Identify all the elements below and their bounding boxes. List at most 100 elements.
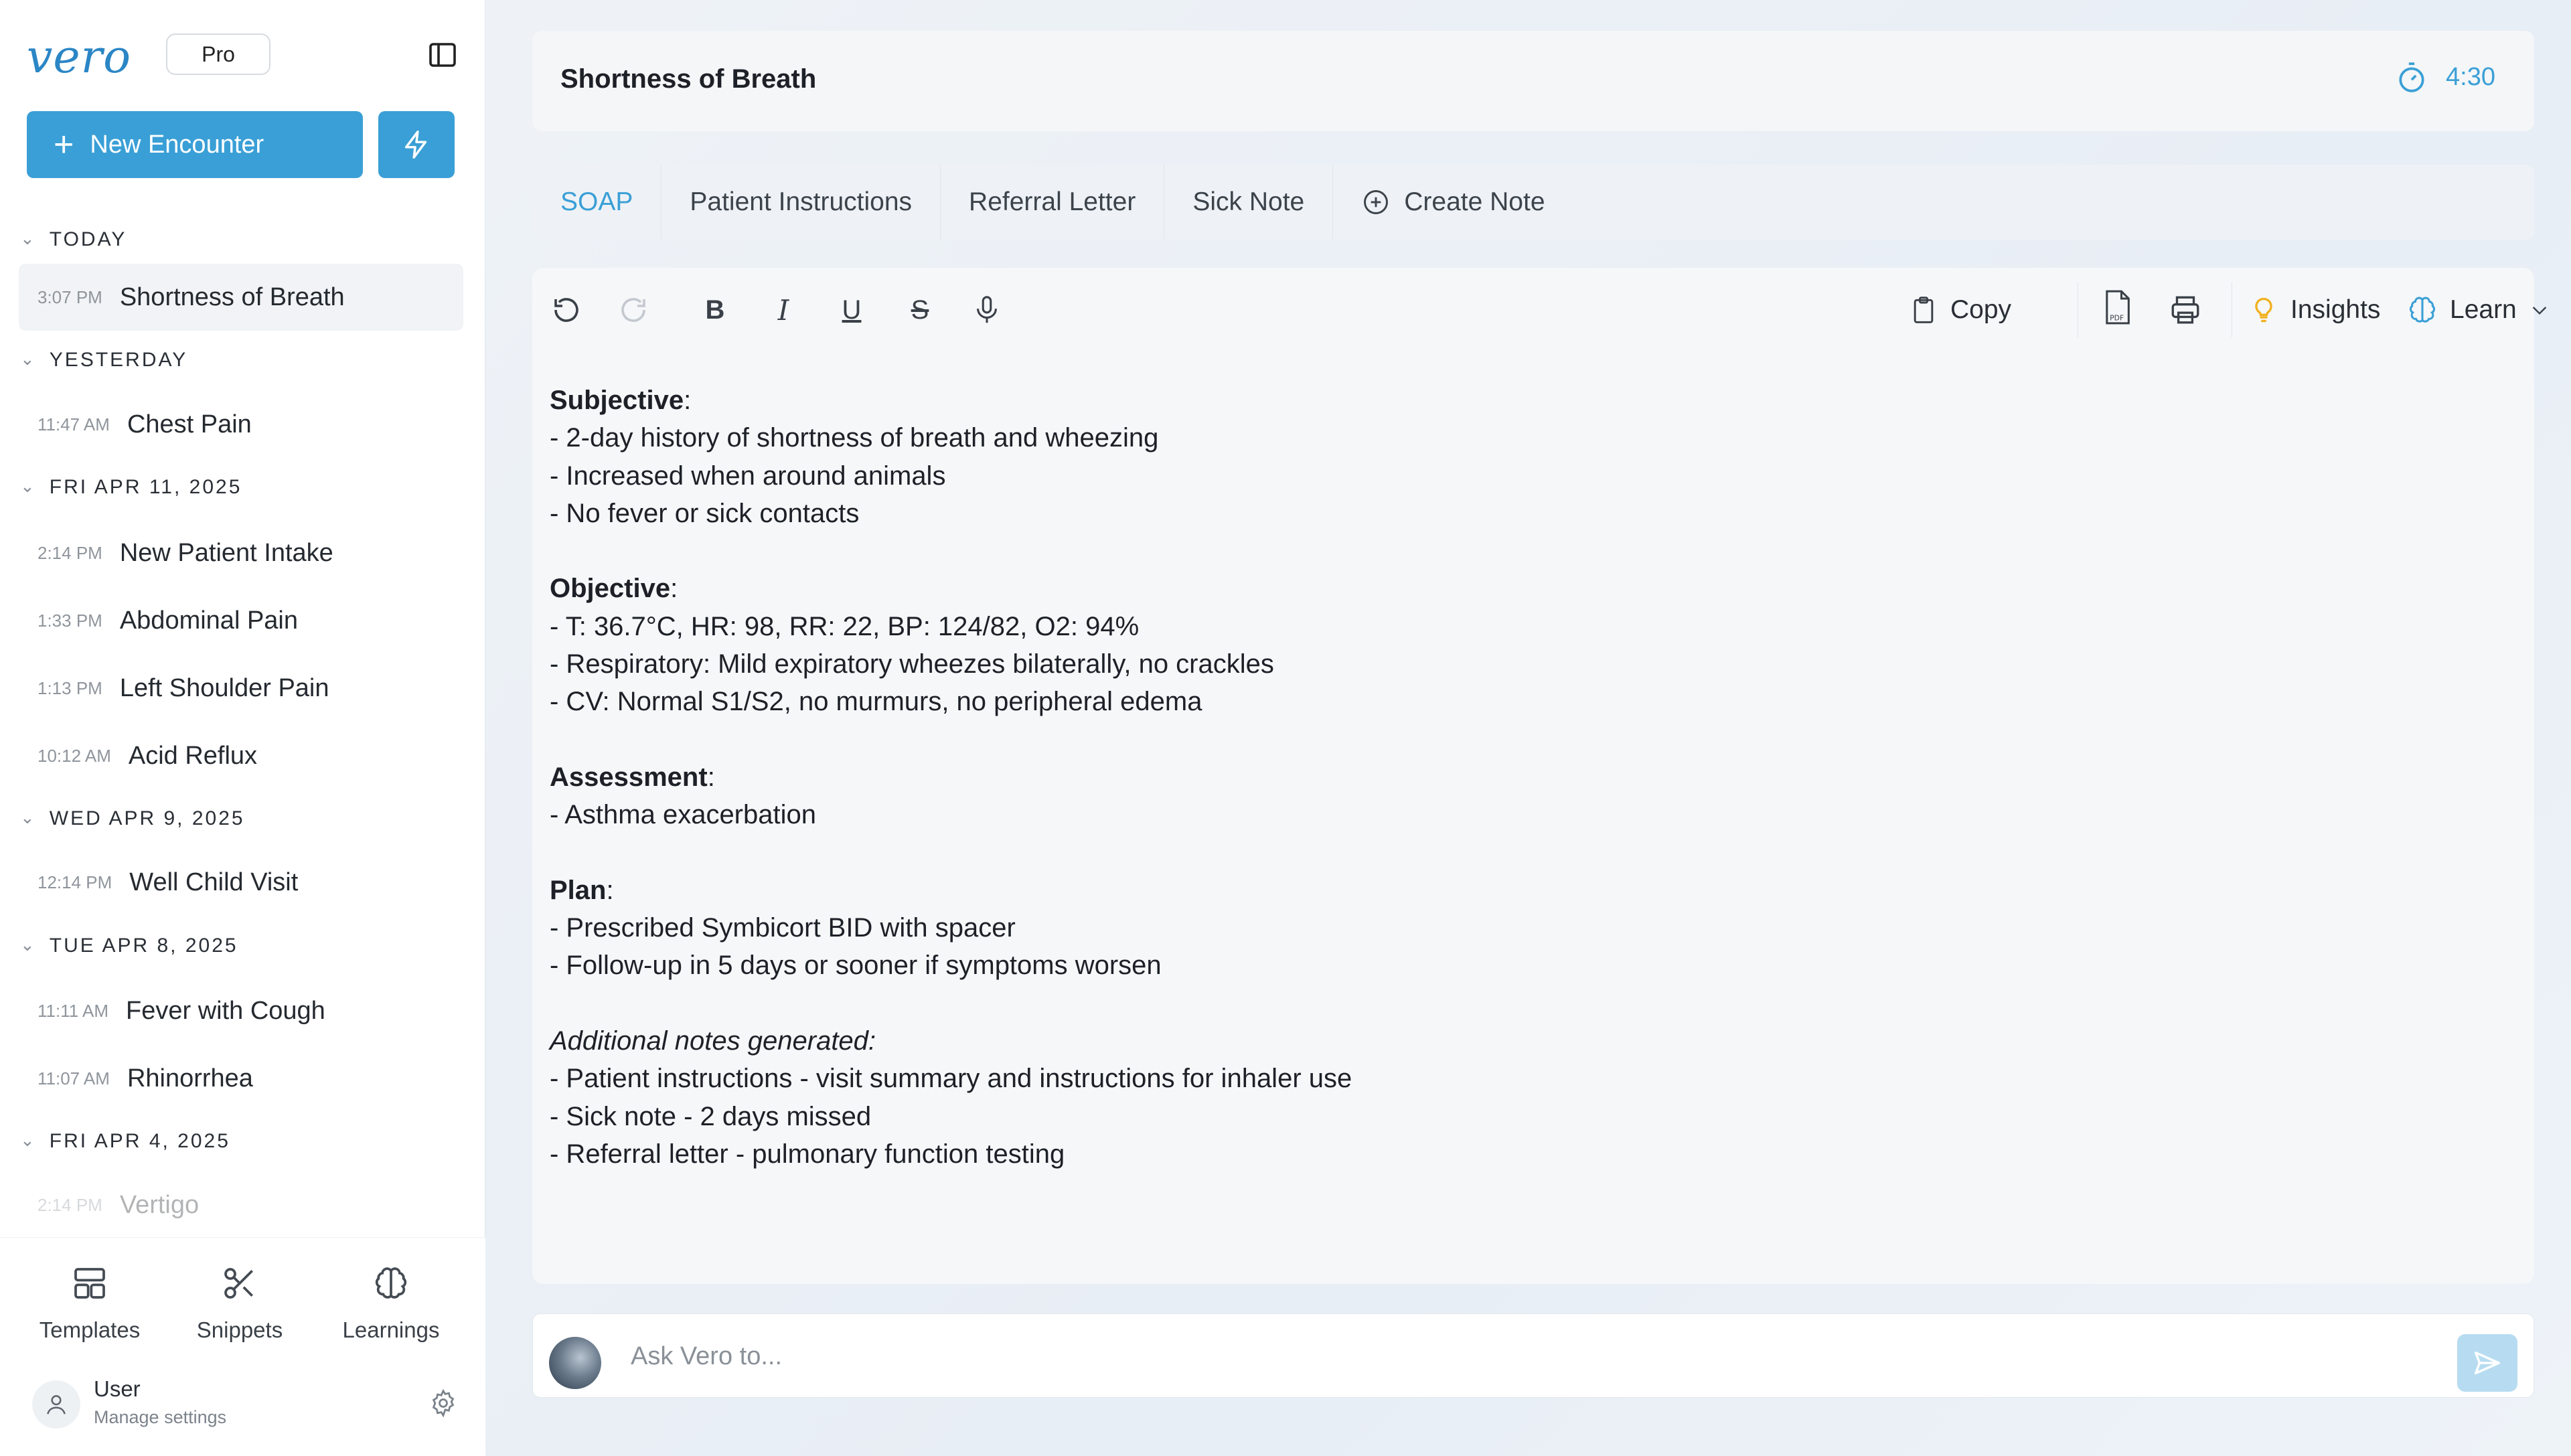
lightbulb-icon [2255, 297, 2272, 323]
note-line: - Increased when around animals [550, 461, 946, 491]
sidebar: vero Pro + New Encounter ⌄ TODAY 3:07 PM… [0, 0, 485, 1456]
encounter-item-abdominal-pain[interactable]: 1:33 PM Abdominal Pain [19, 587, 463, 654]
note-line: - Referral letter - pulmonary function t… [550, 1139, 1065, 1169]
chevron-down-icon: ⌄ [20, 934, 35, 955]
plus-circle-icon [1364, 190, 1389, 214]
user-avatar-icon [32, 1380, 80, 1429]
printer-icon[interactable] [2167, 292, 2203, 328]
subjective-heading: Subjective [550, 386, 684, 415]
main-panel: Shortness of Breath 4:30 SOAP Patient In… [485, 0, 2571, 1456]
encounter-list[interactable]: ⌄ TODAY 3:07 PM Shortness of Breath ⌄ YE… [0, 208, 485, 1238]
group-header-yesterday[interactable]: ⌄ YESTERDAY [20, 343, 187, 377]
learnings-button[interactable]: Learnings [324, 1265, 458, 1343]
assistant-avatar [549, 1337, 601, 1389]
encounter-item-left-shoulder-pain[interactable]: 1:13 PM Left Shoulder Pain [19, 655, 463, 722]
gear-icon[interactable] [428, 1388, 461, 1421]
learn-dropdown[interactable]: Learn [2407, 288, 2550, 332]
italic-icon[interactable]: I [765, 292, 801, 328]
user-subtitle: Manage settings [94, 1407, 227, 1427]
chevron-down-icon [2532, 307, 2546, 315]
snippets-button[interactable]: Snippets [173, 1265, 307, 1343]
plan-badge: Pro [166, 33, 270, 75]
encounter-header: Shortness of Breath 4:30 [532, 31, 2534, 131]
ask-vero-input[interactable] [631, 1334, 2371, 1378]
undo-icon[interactable] [548, 292, 585, 328]
chevron-down-icon: ⌄ [20, 228, 35, 248]
tab-sick-note[interactable]: Sick Note [1164, 165, 1334, 240]
brain-icon [375, 1267, 407, 1299]
additional-heading: Additional notes generated: [550, 1026, 876, 1056]
encounter-item-vertigo[interactable]: 2:14 PM Vertigo [19, 1171, 463, 1238]
note-tabs: SOAP Patient Instructions Referral Lette… [532, 165, 2534, 240]
new-encounter-label: New Encounter [90, 130, 264, 159]
chevron-down-icon: ⌄ [20, 348, 35, 369]
scissors-icon [224, 1268, 253, 1299]
editor-toolbar: B I U S Copy PDF Insights Learn [532, 268, 2546, 351]
chevron-down-icon: ⌄ [20, 1129, 35, 1150]
note-editor: B I U S Copy PDF Insights Learn Subjecti… [532, 268, 2546, 1284]
insights-button[interactable]: Insights [2249, 288, 2380, 332]
group-header-fri-apr-4[interactable]: ⌄ FRI APR 4, 2025 [20, 1125, 230, 1158]
brand-row: vero Pro [27, 27, 459, 84]
group-header-tue-apr-8[interactable]: ⌄ TUE APR 8, 2025 [20, 929, 238, 963]
encounter-item-well-child-visit[interactable]: 12:14 PM Well Child Visit [19, 849, 463, 916]
send-icon [2475, 1351, 2500, 1375]
group-header-fri-apr-11[interactable]: ⌄ FRI APR 11, 2025 [20, 471, 242, 504]
user-row[interactable]: User Manage settings [32, 1375, 461, 1435]
note-line: - T: 36.7°C, HR: 98, RR: 22, BP: 124/82,… [550, 611, 1140, 641]
group-header-today[interactable]: ⌄ TODAY [20, 223, 127, 256]
brain-icon [2410, 297, 2435, 323]
assessment-heading: Assessment [550, 762, 708, 792]
note-line: - Prescribed Symbicort BID with spacer [550, 913, 1016, 943]
bold-icon[interactable]: B [697, 292, 733, 328]
templates-button[interactable]: Templates [23, 1265, 157, 1343]
svg-text:PDF: PDF [2110, 314, 2124, 323]
quick-encounter-button[interactable] [378, 111, 455, 178]
note-line: - Follow-up in 5 days or sooner if sympt… [550, 951, 1162, 981]
user-name: User [94, 1376, 141, 1401]
encounter-item-shortness-of-breath[interactable]: 3:07 PM Shortness of Breath [19, 264, 463, 331]
stopwatch-icon [2399, 62, 2424, 92]
note-line: - No fever or sick contacts [550, 498, 860, 528]
encounter-item-fever-with-cough[interactable]: 11:11 AM Fever with Cough [19, 977, 463, 1044]
note-line: - Asthma exacerbation [550, 800, 816, 830]
panel-toggle-icon[interactable] [426, 39, 459, 71]
clipboard-icon [1914, 297, 1934, 323]
tab-referral-letter[interactable]: Referral Letter [941, 165, 1165, 240]
encounter-timer[interactable]: 4:30 [2395, 60, 2495, 94]
objective-heading: Objective [550, 574, 671, 604]
note-line: - Respiratory: Mild expiratory wheezes b… [550, 649, 1274, 679]
note-line: - 2-day history of shortness of breath a… [550, 423, 1159, 453]
note-line: - Sick note - 2 days missed [550, 1101, 872, 1131]
templates-icon [74, 1268, 105, 1299]
encounter-item-new-patient-intake[interactable]: 2:14 PM New Patient Intake [19, 519, 463, 586]
encounter-item-acid-reflux[interactable]: 10:12 AM Acid Reflux [19, 722, 463, 789]
group-header-wed-apr-9[interactable]: ⌄ WED APR 9, 2025 [20, 802, 245, 835]
new-encounter-button[interactable]: + New Encounter [27, 111, 363, 178]
chevron-down-icon: ⌄ [20, 475, 35, 496]
note-line: - CV: Normal S1/S2, no murmurs, no perip… [550, 687, 1202, 717]
encounter-item-rhinorrhea[interactable]: 11:07 AM Rhinorrhea [19, 1045, 463, 1112]
soap-note-content[interactable]: Subjective: - 2-day history of shortness… [550, 382, 2491, 1173]
redo-icon[interactable] [615, 292, 651, 328]
tab-soap[interactable]: SOAP [532, 165, 662, 240]
send-button[interactable] [2457, 1334, 2517, 1392]
lightning-icon [404, 131, 427, 159]
tab-patient-instructions[interactable]: Patient Instructions [661, 165, 941, 240]
strikethrough-icon[interactable]: S [902, 292, 938, 328]
plus-icon: + [54, 125, 74, 164]
plan-heading: Plan [550, 875, 607, 905]
encounter-item-chest-pain[interactable]: 11:47 AM Chest Pain [19, 391, 463, 458]
underline-icon[interactable]: U [834, 292, 870, 328]
copy-button[interactable]: Copy [1909, 288, 2011, 332]
microphone-icon[interactable] [969, 292, 1005, 328]
vero-logo[interactable]: vero [27, 31, 131, 84]
bottom-nav: Templates Snippets Learnings User Manage… [0, 1237, 485, 1456]
note-line: - Patient instructions - visit summary a… [550, 1064, 1352, 1094]
page-title[interactable]: Shortness of Breath [560, 64, 816, 94]
chevron-down-icon: ⌄ [20, 807, 35, 827]
pdf-icon[interactable]: PDF [2099, 289, 2135, 325]
timer-value: 4:30 [2446, 62, 2495, 91]
ask-vero-bar [532, 1313, 2534, 1398]
tab-create-note[interactable]: Create Note [1333, 165, 1573, 240]
